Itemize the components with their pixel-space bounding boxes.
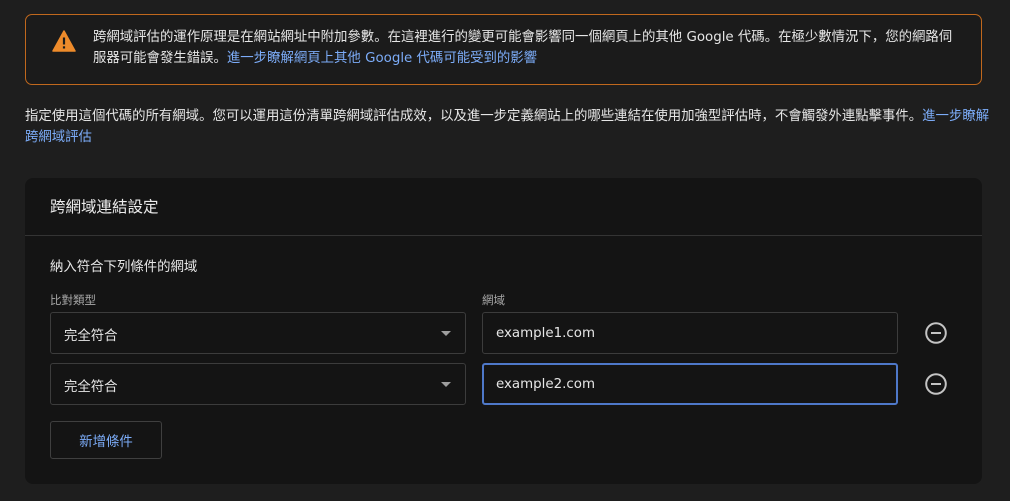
domain-column-label: 網域 <box>482 293 505 307</box>
dropdown-arrow-icon <box>441 382 451 387</box>
include-domains-heading: 納入符合下列條件的網域 <box>50 260 198 275</box>
remove-circle-icon[interactable] <box>924 372 948 396</box>
match-type-select-2[interactable]: 完全符合 <box>50 363 466 405</box>
description-text: 指定使用這個代碼的所有網域。您可以運用這份清單跨網域評估成效，以及進一步定義網站… <box>25 109 923 124</box>
card-title: 跨網域連結設定 <box>50 198 159 216</box>
warning-banner: 跨網域評估的運作原理是在網站網址中附加參數。在這裡進行的變更可能會影響同一個網頁… <box>25 14 982 85</box>
match-type-value: 完全符合 <box>64 329 118 344</box>
match-type-column-label: 比對類型 <box>50 293 96 307</box>
dropdown-arrow-icon <box>441 331 451 336</box>
cross-domain-settings-card: 跨網域連結設定 納入符合下列條件的網域 比對類型 網域 完全符合 完全符合 新增… <box>25 178 982 484</box>
match-type-value: 完全符合 <box>64 380 118 395</box>
warning-message: 跨網域評估的運作原理是在網站網址中附加參數。在這裡進行的變更可能會影響同一個網頁… <box>93 27 963 69</box>
match-type-select-1[interactable]: 完全符合 <box>50 312 466 354</box>
learn-more-other-tags-link[interactable]: 進一步瞭解網頁上其他 Google 代碼可能受到的影響 <box>227 51 537 66</box>
remove-circle-icon[interactable] <box>924 321 948 345</box>
add-condition-button[interactable]: 新增條件 <box>50 421 162 459</box>
domain-input-2[interactable] <box>482 363 898 405</box>
domains-description: 指定使用這個代碼的所有網域。您可以運用這份清單跨網域評估成效，以及進一步定義網站… <box>25 106 990 148</box>
card-divider <box>25 235 982 236</box>
domain-input-1[interactable] <box>482 312 898 354</box>
warning-icon <box>52 30 76 52</box>
